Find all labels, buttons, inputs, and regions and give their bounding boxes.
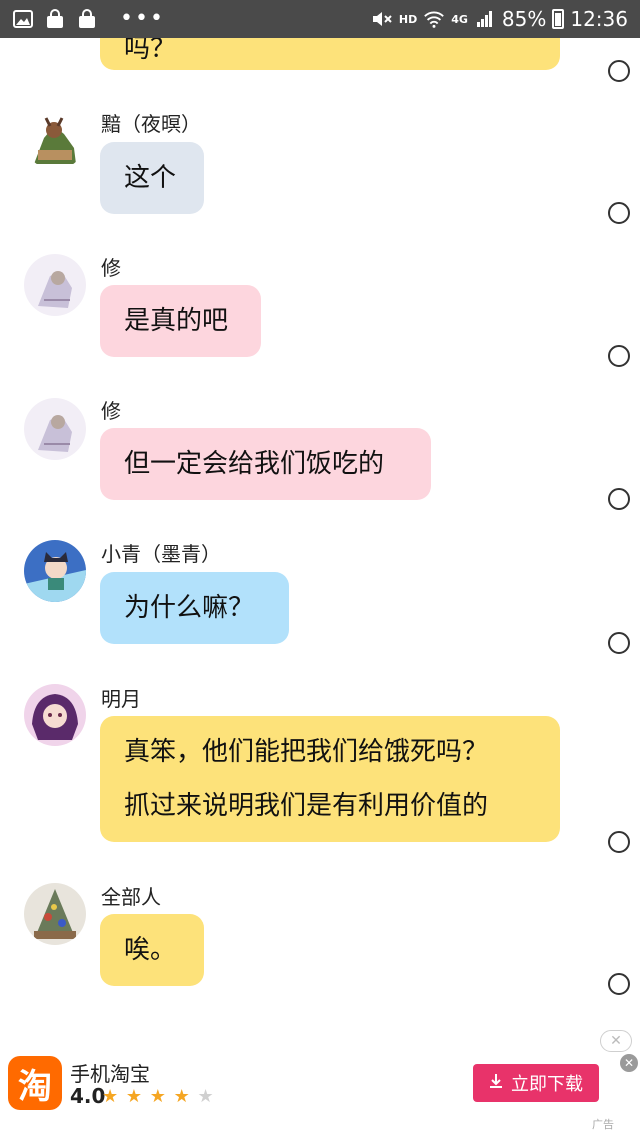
avatar[interactable] [24,398,86,460]
clock: 12:36 [570,7,628,31]
avatar[interactable] [24,254,86,316]
star-icon: ★ [102,1086,120,1107]
rating-stars: ★ ★ ★ ★ ★ [102,1086,215,1107]
wifi-icon [423,9,445,29]
star-icon: ★ [125,1086,144,1107]
avatar[interactable] [24,883,86,945]
sender-name: 小青（墨青） [101,542,221,566]
download-label: 立即下载 [511,1074,583,1095]
message-bubble[interactable]: 这个 [100,142,204,214]
sender-name: 修 [101,256,121,280]
ad-banner[interactable]: ✕ 淘 手机淘宝 4.0 ★ ★ ★ ★ ★ 立即下载 ✕ 广告 [0,1030,640,1138]
close-icon[interactable]: ✕ [620,1054,638,1072]
taobao-logo: 淘 [8,1056,62,1110]
message-text: 是真的吧 [124,306,229,336]
network-label: 4G [451,12,468,26]
gallery-icon [12,9,34,29]
status-bar: ••• HD 4G 85% 12:36 [0,0,640,38]
ad-rating: 4.0 [70,1084,106,1108]
sender-name: 修 [101,399,121,423]
close-ad-icon[interactable]: ✕ [600,1030,632,1052]
download-icon [489,1073,503,1094]
message-text: 唉。 [124,935,177,965]
star-icon: ★ [197,1086,215,1107]
star-icon: ★ [173,1086,191,1107]
sender-name: 黯（夜暝） [101,112,201,136]
star-icon: ★ [149,1086,167,1107]
screen: ••• HD 4G 85% 12:36 吗？ 黯（夜暝） 这个 修 是真的吧 修… [0,0,640,1138]
message-text: 抓过来说明我们是有利用价值的 [124,791,489,821]
message-text: 为什么嘛？ [124,593,255,623]
signal-icon [474,9,496,29]
hd-label: HD [398,12,418,26]
select-radio[interactable] [608,973,630,995]
select-radio[interactable] [608,488,630,510]
ad-app-name: 手机淘宝 [70,1062,150,1086]
message-bubble[interactable]: 真笨，他们能把我们给饿死吗？ 抓过来说明我们是有利用价值的 [100,716,560,842]
shopping-bag-icon [44,9,66,29]
battery-icon [552,9,565,29]
chat-list[interactable]: 吗？ 黯（夜暝） 这个 修 是真的吧 修 但一定会给我们饭吃的 小青（墨青） 为… [0,38,640,1050]
select-radio[interactable] [608,632,630,654]
message-text: 真笨，他们能把我们给饿死吗？ [124,737,489,767]
message-bubble[interactable]: 为什么嘛？ [100,572,289,644]
message-bubble[interactable]: 唉。 [100,914,204,986]
sender-name: 全部人 [101,885,161,909]
battery-percent: 85% [501,7,547,31]
message-text: 吗？ [124,38,177,64]
select-radio[interactable] [608,831,630,853]
avatar[interactable] [24,684,86,746]
shopping-bag-icon [76,9,98,29]
message-bubble[interactable]: 但一定会给我们饭吃的 [100,428,431,500]
message-bubble[interactable]: 是真的吧 [100,285,261,357]
more-dots-icon: ••• [120,6,165,31]
ad-tag: 广告 [592,1118,614,1131]
message-text: 这个 [124,163,177,193]
avatar[interactable] [24,540,86,602]
select-radio[interactable] [608,60,630,82]
sender-name: 明月 [101,687,141,711]
select-radio[interactable] [608,345,630,367]
download-button[interactable]: 立即下载 [473,1064,599,1102]
avatar[interactable] [24,108,86,170]
mute-icon [371,9,393,29]
message-bubble[interactable]: 吗？ [100,38,560,70]
message-text: 但一定会给我们饭吃的 [124,449,385,479]
select-radio[interactable] [608,202,630,224]
